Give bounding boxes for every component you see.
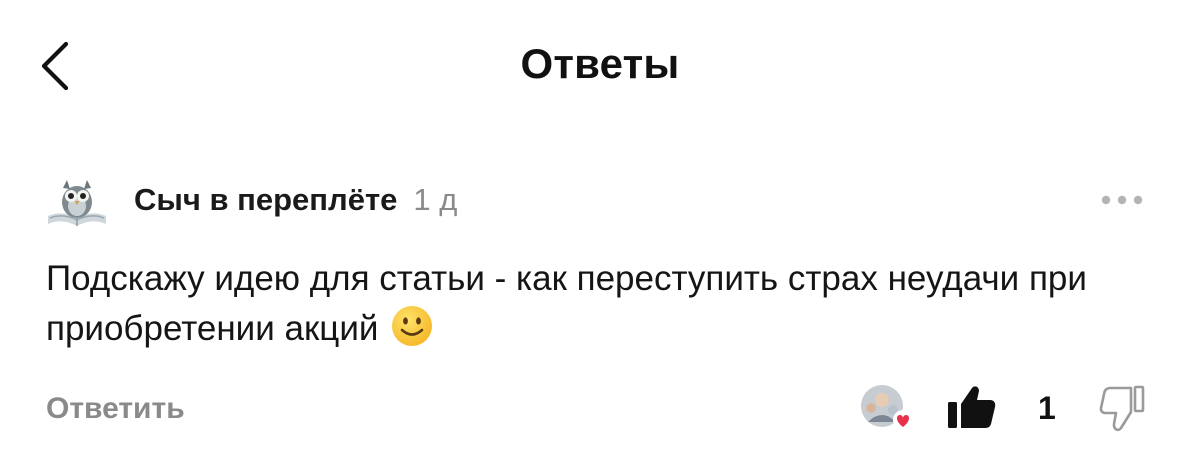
more-options-button[interactable] — [1094, 188, 1150, 212]
more-dots-icon — [1101, 195, 1143, 205]
owl-reading-book-avatar — [48, 180, 106, 226]
like-count: 1 — [1038, 390, 1056, 426]
comment-text: Подскажу идею для статьи - как переступи… — [46, 259, 1087, 348]
reply-button[interactable]: Ответить — [46, 392, 185, 426]
comment-timestamp: 1 д — [413, 182, 458, 217]
slightly-smiling-face-emoji — [392, 306, 433, 346]
reactor-avatar[interactable] — [858, 382, 916, 432]
comment-meta: Сыч в переплёте 1 д — [134, 182, 457, 218]
page-title: Ответы — [520, 40, 680, 87]
like-button[interactable] — [944, 380, 998, 434]
dislike-button[interactable] — [1098, 382, 1150, 438]
thumbs-up-icon — [948, 386, 996, 428]
author-name[interactable]: Сыч в переплёте — [134, 182, 397, 218]
reactor-avatar-with-heart — [861, 385, 913, 430]
top-bar: Ответы — [0, 0, 1200, 140]
thumbs-down-icon — [1099, 385, 1145, 432]
comment-card: Сыч в переплёте 1 д Подскажу идею для ст… — [0, 160, 1200, 450]
author-avatar[interactable] — [44, 172, 110, 238]
comment-body: Подскажу идею для статьи - как переступи… — [46, 254, 1126, 354]
